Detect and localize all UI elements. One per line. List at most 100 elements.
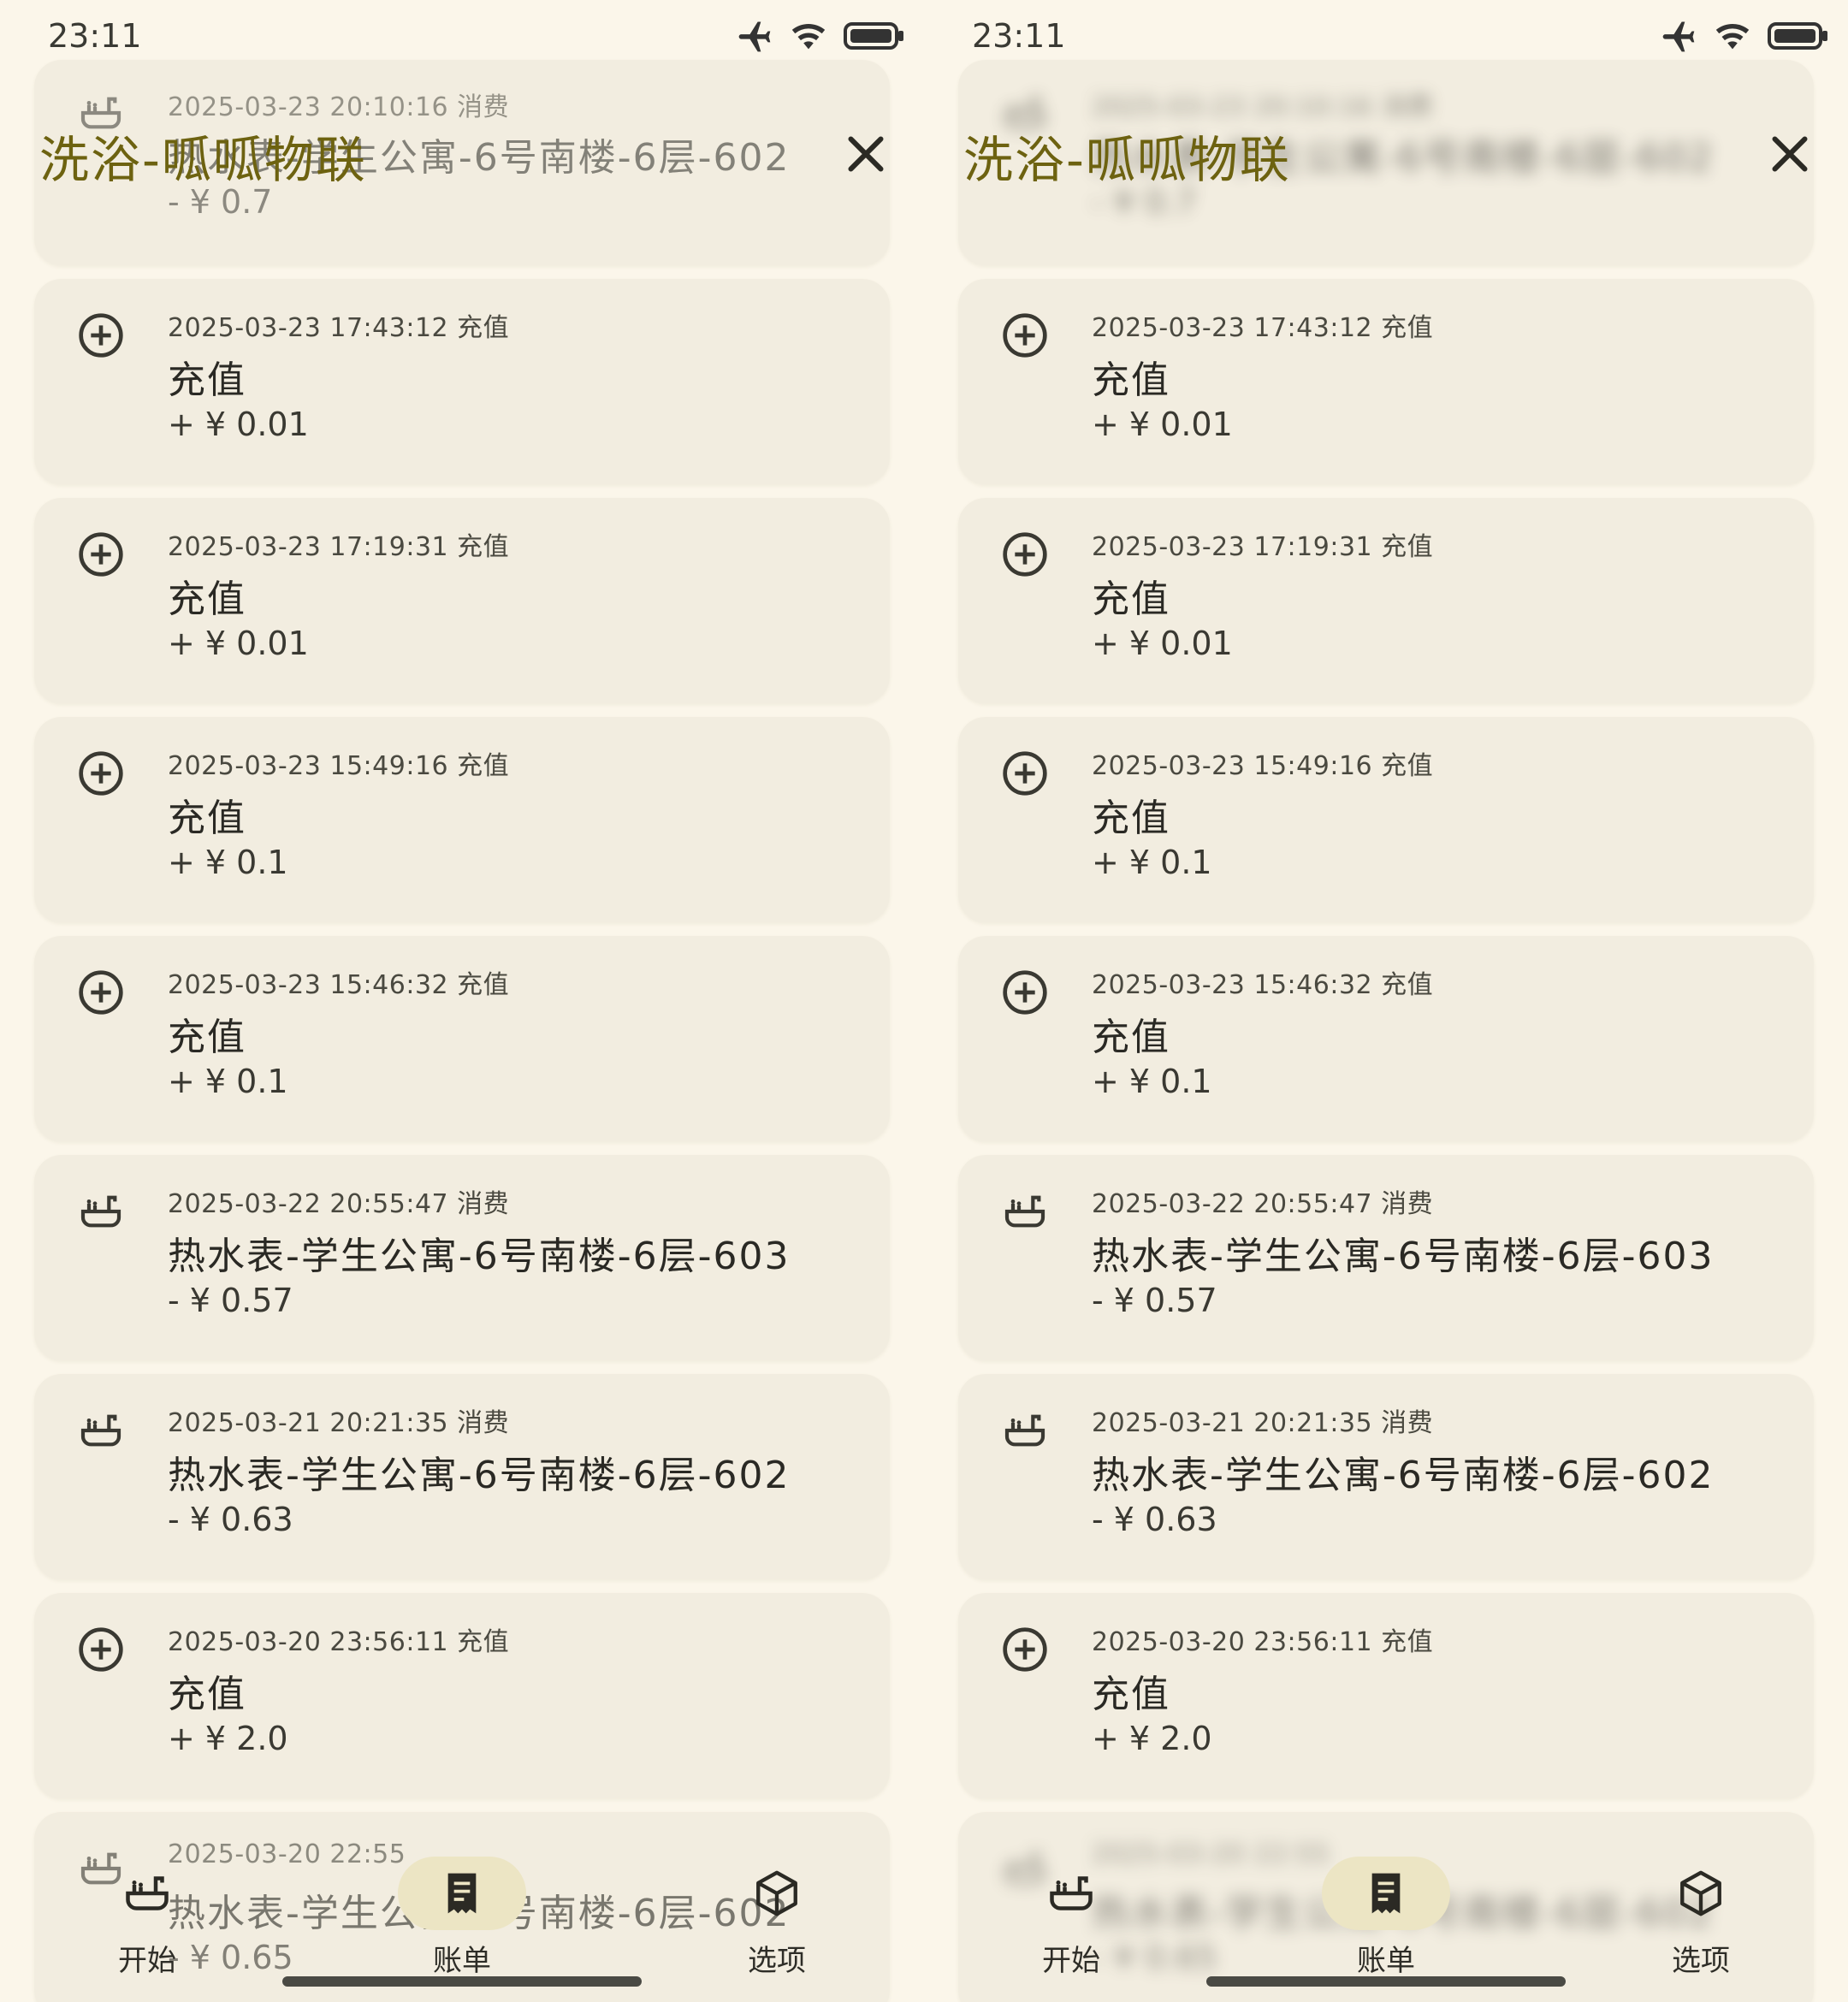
nav-bill-icon-wrap [1322,1857,1450,1930]
list-item[interactable]: 2025-03-23 17:19:31 充值 充值 + ¥ 0.01 [34,498,890,703]
plus-circle-icon [79,532,123,577]
record-meta: 2025-03-23 15:46:32 充值 [168,970,510,1000]
record-amount: + ¥ 2.0 [168,1720,288,1757]
plus-circle-icon [79,751,123,796]
record-amount: + ¥ 0.01 [1092,406,1233,443]
list-item[interactable]: 2025-03-21 20:21:35 消费 热水表-学生公寓-6号南楼-6层-… [34,1374,890,1579]
record-title: 充值 [1092,1016,1170,1059]
record-amount: + ¥ 0.1 [168,844,288,881]
list-item[interactable]: 2025-03-23 17:43:12 充值 充值 + ¥ 0.01 [34,279,890,484]
record-title: 充值 [1092,797,1170,840]
list-item[interactable]: 2025-03-20 23:56:11 充值 充值 + ¥ 2.0 [34,1593,890,1798]
battery-icon [1768,22,1827,50]
nav-options[interactable]: 选项 [700,1857,854,1979]
nav-start-label: 开始 [118,1944,176,1978]
plus-circle-icon [1003,970,1047,1015]
record-title: 热水表-学生公寓-6号南楼-6层-603 [168,1235,791,1278]
record-meta: 2025-03-23 17:19:31 充值 [168,532,510,562]
receipt-icon [1371,1873,1401,1914]
status-time: 23:11 [972,17,1066,55]
status-time: 23:11 [48,17,142,55]
list-item[interactable]: 2025-03-20 23:56:11 充值 充值 + ¥ 2.0 [958,1593,1814,1798]
nav-bill-icon-wrap [398,1857,526,1930]
nav-start[interactable]: 开始 [994,1857,1148,1979]
bottom-nav: 开始 账单 选项 [0,1805,924,2002]
bathtub-icon [1050,1876,1093,1910]
record-meta: 2025-03-21 20:21:35 消费 [168,1408,510,1438]
record-meta: 2025-03-21 20:21:35 消费 [1092,1408,1434,1438]
list-item[interactable]: 2025-03-23 17:19:31 充值 充值 + ¥ 0.01 [958,498,1814,703]
nav-start[interactable]: 开始 [70,1857,224,1979]
plus-circle-icon [79,1627,123,1672]
close-icon[interactable] [840,128,891,180]
bathtub-icon [1004,1414,1045,1447]
record-meta: 2025-03-22 20:55:47 消费 [168,1189,510,1219]
record-title: 充值 [168,578,246,621]
record-amount: + ¥ 0.1 [1092,844,1212,881]
nav-options-icon-wrap [713,1857,841,1930]
record-amount: - ¥ 0.57 [168,1282,293,1319]
record-amount: - ¥ 0.57 [1092,1282,1217,1319]
record-amount: + ¥ 0.01 [168,406,309,443]
nav-options-label: 选项 [748,1944,806,1978]
home-indicator[interactable] [282,1976,642,1987]
record-title: 充值 [1092,578,1170,621]
plus-circle-icon [79,313,123,358]
bathtub-icon [1004,1195,1045,1228]
bathtub-icon [80,1414,121,1447]
close-icon[interactable] [1764,128,1815,180]
list-item[interactable]: 2025-03-22 20:55:47 消费 热水表-学生公寓-6号南楼-6层-… [34,1155,890,1360]
plus-circle-icon [1003,313,1047,358]
status-icons [1660,17,1829,55]
status-bar: 23:11 [0,0,924,77]
nav-options-icon-wrap [1637,1857,1765,1930]
record-meta: 2025-03-23 15:49:16 充值 [168,751,510,781]
wifi-icon [1715,23,1750,50]
bathtub-icon [80,1195,121,1228]
battery-icon [844,22,903,50]
list-item[interactable]: 2025-03-23 15:46:32 充值 充值 + ¥ 0.1 [958,936,1814,1141]
page-title: 洗浴-呱呱物联 [963,131,1291,189]
nav-options[interactable]: 选项 [1624,1857,1778,1979]
record-title: 充值 [168,1016,246,1059]
record-amount: + ¥ 0.1 [168,1063,288,1100]
record-meta: 2025-03-23 17:43:12 充值 [168,313,510,343]
page-title: 洗浴-呱呱物联 [39,131,367,189]
nav-start-label: 开始 [1042,1944,1100,1978]
list-item[interactable]: 2025-03-23 17:43:12 充值 充值 + ¥ 0.01 [958,279,1814,484]
record-meta: 2025-03-22 20:55:47 消费 [1092,1189,1434,1219]
list-item[interactable]: 2025-03-21 20:21:35 消费 热水表-学生公寓-6号南楼-6层-… [958,1374,1814,1579]
list-item[interactable]: 2025-03-23 15:49:16 充值 充值 + ¥ 0.1 [34,717,890,922]
record-meta: 2025-03-20 23:56:11 充值 [168,1627,510,1657]
record-title: 热水表-学生公寓-6号南楼-6层-602 [168,1454,791,1497]
record-meta: 2025-03-23 15:46:32 充值 [1092,970,1434,1000]
record-title: 充值 [168,1673,246,1716]
nav-bill-label: 账单 [1357,1944,1415,1978]
nav-bill[interactable]: 账单 [385,1857,539,1979]
record-amount: - ¥ 0.63 [1092,1501,1217,1538]
plus-circle-icon [1003,751,1047,796]
home-indicator[interactable] [1206,1976,1566,1987]
record-title: 充值 [1092,358,1170,402]
record-title: 热水表-学生公寓-6号南楼-6层-603 [1092,1235,1715,1278]
bathtub-icon [126,1876,169,1910]
record-title: 充值 [168,797,246,840]
list-item[interactable]: 2025-03-22 20:55:47 消费 热水表-学生公寓-6号南楼-6层-… [958,1155,1814,1360]
list-item[interactable]: 2025-03-23 15:49:16 充值 充值 + ¥ 0.1 [958,717,1814,922]
record-meta: 2025-03-23 20:10:16 消费 [1092,92,1434,122]
record-meta: 2025-03-20 23:56:11 充值 [1092,1627,1434,1657]
record-title: 充值 [168,358,246,402]
record-amount: + ¥ 0.01 [1092,625,1233,662]
record-meta: 2025-03-23 17:19:31 充值 [1092,532,1434,562]
screen-right: 23:11 洗浴-呱呱物联 2025-03-23 20:10:16 消费 热水表… [924,0,1848,2002]
airplane-icon [738,21,771,52]
nav-bill-label: 账单 [433,1944,491,1978]
transaction-list[interactable]: 2025-03-23 20:10:16 消费 热水表-学生公寓-6号南楼-6层-… [958,60,1814,2002]
record-meta: 2025-03-23 20:10:16 消费 [168,92,510,122]
record-title: 热水表-学生公寓-6号南楼-6层-602 [1092,1454,1715,1497]
transaction-list[interactable]: 2025-03-23 20:10:16 消费 热水表-学生公寓-6号南楼-6层-… [34,60,890,2002]
nav-bill[interactable]: 账单 [1309,1857,1463,1979]
list-item[interactable]: 2025-03-23 15:46:32 充值 充值 + ¥ 0.1 [34,936,890,1141]
record-meta: 2025-03-23 15:49:16 充值 [1092,751,1434,781]
record-amount: + ¥ 0.01 [168,625,309,662]
